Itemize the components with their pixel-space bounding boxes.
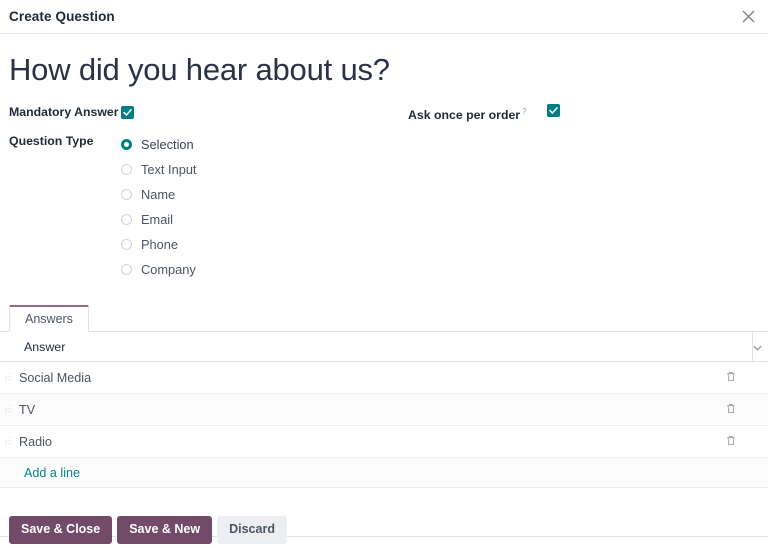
cell-answer[interactable]: TV	[17, 393, 726, 426]
column-header-spacer	[726, 332, 752, 362]
radio-label-selection: Selection	[141, 136, 194, 152]
row-delete-button[interactable]	[726, 393, 752, 426]
field-label-text-ask-once-per-order: Ask once per order	[408, 108, 521, 123]
optional-columns-dropdown[interactable]	[751, 332, 768, 362]
trash-icon[interactable]	[726, 435, 736, 446]
mandatory-answer-checkbox[interactable]	[121, 106, 134, 120]
radio-option-name[interactable]: Name	[121, 182, 197, 207]
table-header-row: Answer	[0, 332, 768, 362]
ask-once-per-order-checkbox[interactable]	[546, 104, 560, 117]
row-delete-button[interactable]	[726, 361, 752, 394]
table-row[interactable]: Social Media	[0, 361, 768, 394]
save-and-new-button[interactable]: Save & New	[117, 516, 213, 544]
cell-answer[interactable]: Radio	[17, 425, 726, 458]
radio-option-selection[interactable]: Selection	[121, 132, 197, 157]
column-header-answer[interactable]: Answer	[0, 332, 726, 362]
field-mandatory-answer: Mandatory Answer	[9, 103, 759, 120]
dialog-footer: Save & Close Save & New Discard	[0, 512, 768, 548]
radio-label-email: Email	[141, 211, 173, 227]
form-fields: Mandatory Answer Ask once per order? Que…	[9, 103, 759, 282]
field-label-mandatory-answer: Mandatory Answer	[9, 105, 119, 119]
drag-handle-icon[interactable]	[5, 436, 12, 445]
trash-icon[interactable]	[726, 371, 736, 382]
answers-list: Answer Social Media TV Radio Add a line	[0, 332, 768, 537]
radio-option-company[interactable]: Company	[121, 257, 197, 282]
answers-table: Answer Social Media TV Radio Add a line	[0, 332, 768, 536]
dialog-body: How did you hear about us? Mandatory Ans…	[0, 34, 768, 282]
row-drag-handle-cell[interactable]	[0, 361, 17, 394]
drag-handle-icon[interactable]	[5, 372, 12, 381]
notebook: Answers Answer Social Media TV Radio Add…	[0, 304, 768, 537]
field-label-question-type: Question Type	[9, 134, 94, 148]
trash-icon[interactable]	[726, 403, 736, 414]
chevron-down-icon[interactable]	[752, 345, 762, 351]
table-row[interactable]: Radio	[0, 425, 768, 458]
radio-mark-icon	[121, 139, 132, 150]
radio-option-phone[interactable]: Phone	[121, 232, 197, 257]
row-end-spacer	[752, 361, 768, 394]
save-and-close-button[interactable]: Save & Close	[9, 516, 113, 544]
cell-answer[interactable]: Social Media	[17, 361, 726, 394]
discard-button[interactable]: Discard	[217, 516, 287, 544]
row-delete-button[interactable]	[726, 425, 752, 458]
radio-mark-icon	[121, 214, 132, 225]
field-ask-once-per-order: Ask once per order?	[408, 103, 560, 123]
field-question-type: Question Type Selection Text Input Name …	[9, 132, 759, 282]
row-end-spacer	[752, 393, 768, 426]
dialog-title: Create Question	[9, 9, 115, 24]
tab-answers[interactable]: Answers	[9, 305, 89, 332]
radio-label-name: Name	[141, 186, 176, 202]
close-icon[interactable]	[738, 7, 758, 27]
radio-mark-icon	[121, 239, 132, 250]
radio-mark-icon	[121, 264, 132, 275]
row-end-spacer	[752, 425, 768, 458]
row-drag-handle-cell[interactable]	[0, 425, 17, 458]
drag-handle-icon[interactable]	[5, 404, 12, 413]
row-drag-handle-cell[interactable]	[0, 393, 17, 426]
radio-option-email[interactable]: Email	[121, 207, 197, 232]
radio-option-text-input[interactable]: Text Input	[121, 157, 197, 182]
radio-label-phone: Phone	[141, 236, 179, 252]
question-type-radio-group: Selection Text Input Name Email Phone Co…	[121, 132, 197, 282]
radio-mark-icon	[121, 164, 132, 175]
add-a-line-link[interactable]: Add a line	[0, 466, 80, 480]
add-a-line-row[interactable]: Add a line	[0, 457, 768, 488]
field-value-mandatory-answer	[121, 103, 134, 120]
help-icon[interactable]: ?	[522, 107, 526, 116]
radio-mark-icon	[121, 189, 132, 200]
dialog-header: Create Question	[0, 0, 768, 34]
add-a-line-cell[interactable]: Add a line	[0, 457, 768, 488]
page-title[interactable]: How did you hear about us?	[9, 34, 759, 85]
tab-strip: Answers	[0, 304, 768, 332]
table-row[interactable]: TV	[0, 393, 768, 426]
radio-label-company: Company	[141, 261, 196, 277]
field-label-ask-once-per-order: Ask once per order?	[408, 103, 527, 123]
radio-label-text-input: Text Input	[141, 161, 197, 177]
